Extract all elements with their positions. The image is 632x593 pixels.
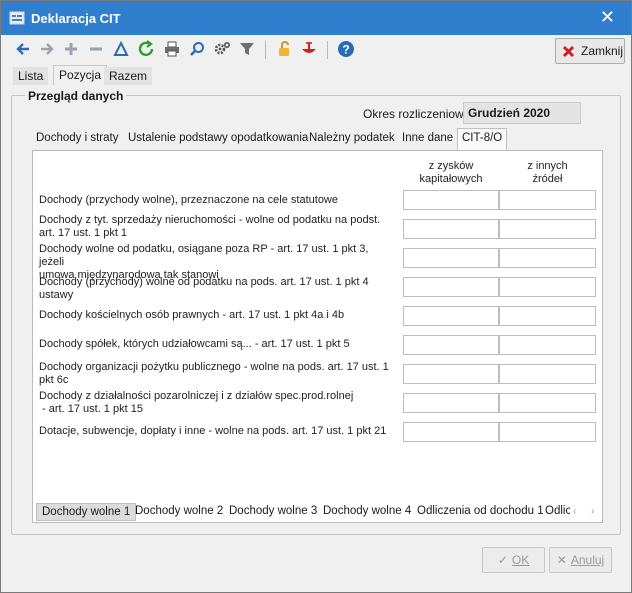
input-public-benefit-capital[interactable]	[403, 364, 499, 384]
input-non-agricultural-capital[interactable]	[403, 393, 499, 413]
row-label-line: Dochody (przychody) wolne od podatku na …	[39, 276, 369, 288]
svg-text:?: ?	[342, 43, 349, 57]
tab-nalezny-podatek[interactable]: Należny podatek	[305, 129, 399, 149]
input-companies-other[interactable]	[499, 335, 596, 355]
cancel-x-icon: ✕	[556, 553, 567, 567]
column-header-line: z zysków	[428, 160, 474, 172]
tab-dochody-i-straty[interactable]: Dochody i straty	[32, 129, 122, 149]
help-icon[interactable]: ?	[336, 39, 356, 59]
row-label-line: Dochody z działalności pozarolniczej i z…	[39, 390, 354, 402]
tab-dochody-wolne-3[interactable]: Dochody wolne 3	[224, 503, 322, 521]
add-icon[interactable]	[61, 39, 81, 59]
forward-arrow-icon[interactable]	[37, 39, 57, 59]
ok-button[interactable]: ✓ OK	[482, 547, 545, 573]
column-header-other-sources: z innych źródeł	[499, 160, 596, 186]
period-field[interactable]: Grudzień 2020	[463, 102, 581, 124]
window-title: Deklaracja CIT	[31, 11, 121, 26]
input-real-estate-capital[interactable]	[403, 219, 499, 239]
cancel-button[interactable]: ✕ Anuluj	[549, 547, 612, 573]
toolbar-separator	[327, 41, 328, 59]
row-label-non-agricultural: Dochody z działalności pozarolniczej i z…	[39, 390, 395, 416]
input-subsidies-capital[interactable]	[403, 422, 499, 442]
refresh-icon[interactable]	[136, 39, 156, 59]
row-label-statutory: Dochody (przychody wolne), przeznaczone …	[39, 194, 395, 207]
input-public-benefit-other[interactable]	[499, 364, 596, 384]
remove-icon[interactable]	[86, 39, 106, 59]
tabs-scroll-right-icon[interactable]: ›	[591, 506, 594, 517]
input-church-capital[interactable]	[403, 306, 499, 326]
input-subsidies-other[interactable]	[499, 422, 596, 442]
row-label-line: Dochody z tyt. sprzedaży nieruchomości -…	[39, 214, 381, 226]
toolbar-separator	[265, 41, 266, 59]
row-label-line: Dochody (przychody wolne), przeznaczone …	[39, 194, 338, 206]
tab-razem[interactable]: Razem	[104, 67, 153, 85]
row-label-line: Dochody wolne od podatku, osiągane poza …	[39, 243, 369, 268]
unlock-icon[interactable]	[275, 39, 295, 59]
row-label-subsidies: Dotacje, subwencje, dopłaty i inne - wol…	[39, 425, 395, 438]
close-button[interactable]: Zamknij	[555, 38, 625, 64]
input-statutory-capital[interactable]	[403, 190, 499, 210]
row-label-line: Dochody kościelnych osób prawnych - art.…	[39, 309, 345, 321]
tab-odliczenia-od-dochodu-1[interactable]: Odliczenia od dochodu 1	[412, 503, 549, 521]
row-label-line: Dochody spółek, których udziałowcami są.…	[39, 338, 350, 350]
row-label-line: ustawy	[39, 289, 74, 301]
tab-odliczenia-truncated[interactable]: Odlic	[540, 503, 570, 521]
input-companies-capital[interactable]	[403, 335, 499, 355]
input-abroad-other[interactable]	[499, 248, 596, 268]
tab-ustalenie-podstawy[interactable]: Ustalenie podstawy opodatkowania	[124, 129, 312, 149]
tabs-scroll-left-icon[interactable]: ‹	[573, 506, 576, 517]
tab-inne-dane[interactable]: Inne dane	[398, 129, 457, 149]
tab-pozycja[interactable]: Pozycja	[53, 65, 108, 85]
group-title: Przegląd danych	[25, 89, 127, 103]
period-label: Okres rozliczeniowy	[363, 107, 470, 121]
filter-icon[interactable]	[237, 39, 257, 59]
back-arrow-icon[interactable]	[13, 39, 33, 59]
row-label-line: Dotacje, subwencje, dopłaty i inne - wol…	[39, 425, 387, 437]
input-real-estate-other[interactable]	[499, 219, 596, 239]
tab-dochody-wolne-1[interactable]: Dochody wolne 1	[36, 503, 137, 521]
row-label-public-benefit: Dochody organizacji pożytku publicznego …	[39, 361, 395, 387]
settings-gear-icon[interactable]	[212, 39, 232, 59]
toolbar: ?	[1, 35, 631, 65]
column-header-line: źródeł	[532, 173, 563, 185]
row-label-line: - art. 17 ust. 1 pkt 15	[39, 403, 143, 415]
tab-cit-8o[interactable]: CIT-8/O	[457, 128, 508, 151]
column-header-capital-gains: z zysków kapitałowych	[403, 160, 499, 186]
input-pkt4-other[interactable]	[499, 277, 596, 297]
row-label-pkt4: Dochody (przychody) wolne od podatku na …	[39, 276, 395, 302]
close-red-x-icon	[562, 45, 575, 57]
edit-triangle-icon[interactable]	[111, 39, 131, 59]
stamp-icon[interactable]	[299, 39, 319, 59]
row-label-line: Dochody organizacji pożytku publicznego …	[39, 361, 389, 373]
input-statutory-other[interactable]	[499, 190, 596, 210]
tab-dochody-wolne-2[interactable]: Dochody wolne 2	[130, 503, 228, 521]
window-close-icon[interactable]: ✕	[600, 7, 615, 27]
input-abroad-capital[interactable]	[403, 248, 499, 268]
row-label-line: pkt 6c	[39, 374, 69, 386]
tab-dochody-wolne-4[interactable]: Dochody wolne 4	[318, 503, 416, 521]
input-pkt4-capital[interactable]	[403, 277, 499, 297]
dialog-window: Deklaracja CIT ✕ ? Zamknij Lista Pozycja…	[0, 0, 632, 593]
tab-lista[interactable]: Lista	[13, 67, 49, 85]
app-icon	[9, 11, 25, 25]
input-church-other[interactable]	[499, 306, 596, 326]
column-header-line: kapitałowych	[419, 173, 483, 185]
row-label-church: Dochody kościelnych osób prawnych - art.…	[39, 309, 395, 322]
print-icon[interactable]	[162, 39, 182, 59]
ok-button-label: OK	[511, 553, 530, 567]
check-icon: ✓	[497, 553, 508, 567]
title-bar[interactable]: Deklaracja CIT ✕	[1, 1, 631, 35]
search-icon[interactable]	[187, 39, 207, 59]
column-header-line: z innych	[527, 160, 568, 172]
row-label-line: art. 17 ust. 1 pkt 1	[39, 227, 128, 239]
row-label-companies: Dochody spółek, których udziałowcami są.…	[39, 338, 395, 351]
cancel-button-label: Anuluj	[570, 553, 605, 567]
close-button-label: Zamknij	[581, 44, 624, 58]
input-non-agricultural-other[interactable]	[499, 393, 596, 413]
row-label-real-estate: Dochody z tyt. sprzedaży nieruchomości -…	[39, 214, 395, 240]
